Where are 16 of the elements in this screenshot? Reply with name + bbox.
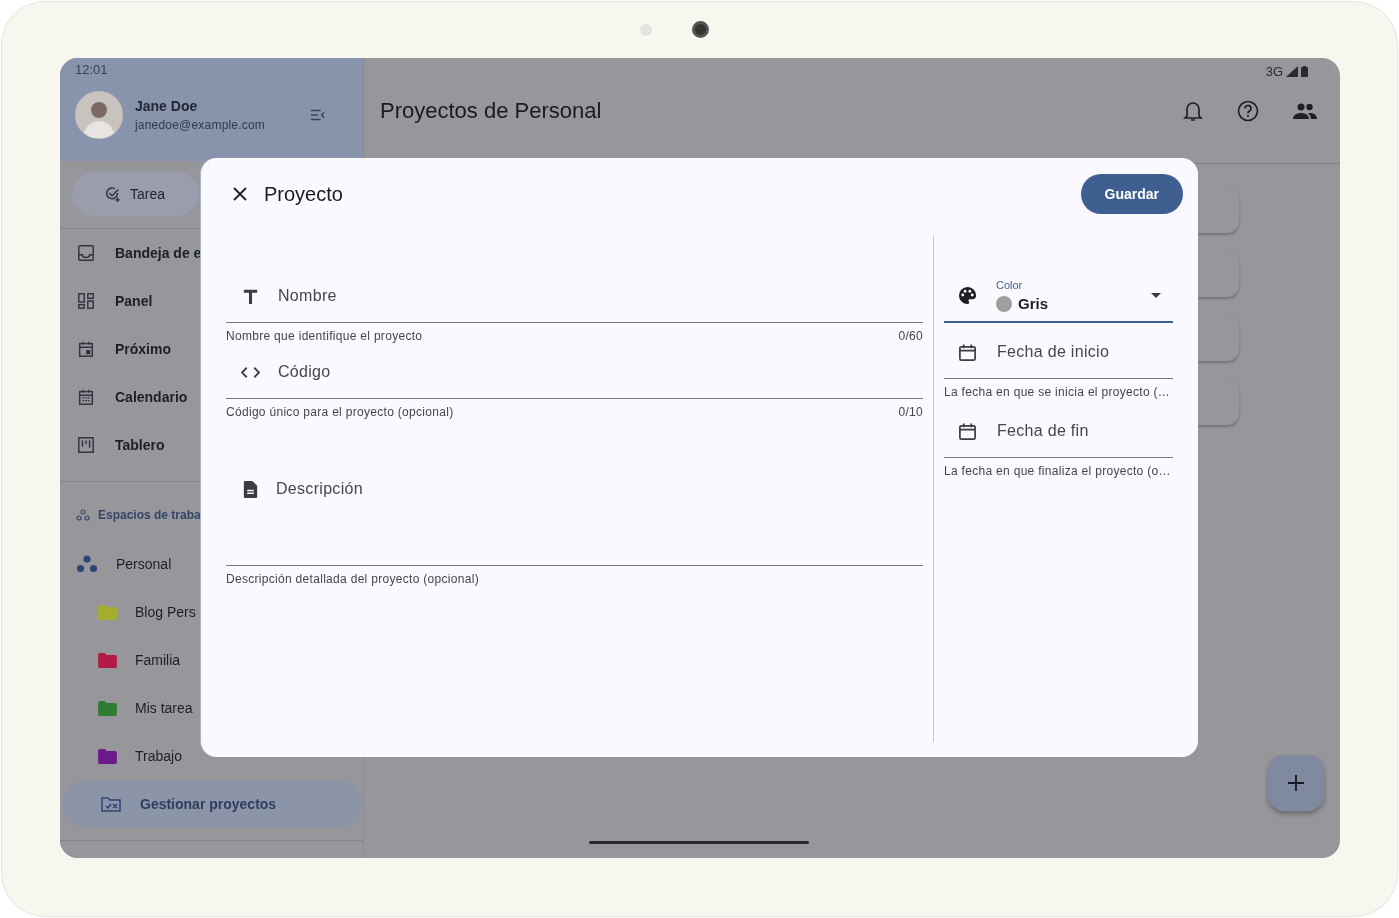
- dropdown-value: Gris: [1018, 295, 1048, 312]
- character-counter: 0/60: [898, 329, 923, 345]
- helper-text: Descripción detallada del proyecto (opcional): [226, 572, 479, 588]
- section-heading: Espacios de traba: [98, 508, 201, 522]
- page-title: Proyectos de Personal: [380, 98, 602, 124]
- dropdown-label: Color: [996, 279, 1024, 291]
- character-counter: 0/10: [898, 405, 923, 421]
- network-label: 3G: [1265, 64, 1283, 79]
- status-time: 12:01: [75, 62, 109, 77]
- helper-text: Nombre que identifique el proyecto: [226, 329, 423, 345]
- user-name: Jane Doe: [135, 98, 199, 114]
- helper-text: Código único para el proyecto (opcional): [226, 405, 454, 421]
- user-email: janedoe@example.com: [135, 118, 267, 132]
- helper-text: La fecha en que finaliza el proyecto (o…: [944, 464, 1171, 480]
- helper-text: La fecha en que se inicia el proyecto (…: [944, 385, 1171, 401]
- dialog-title: Proyecto: [264, 182, 344, 206]
